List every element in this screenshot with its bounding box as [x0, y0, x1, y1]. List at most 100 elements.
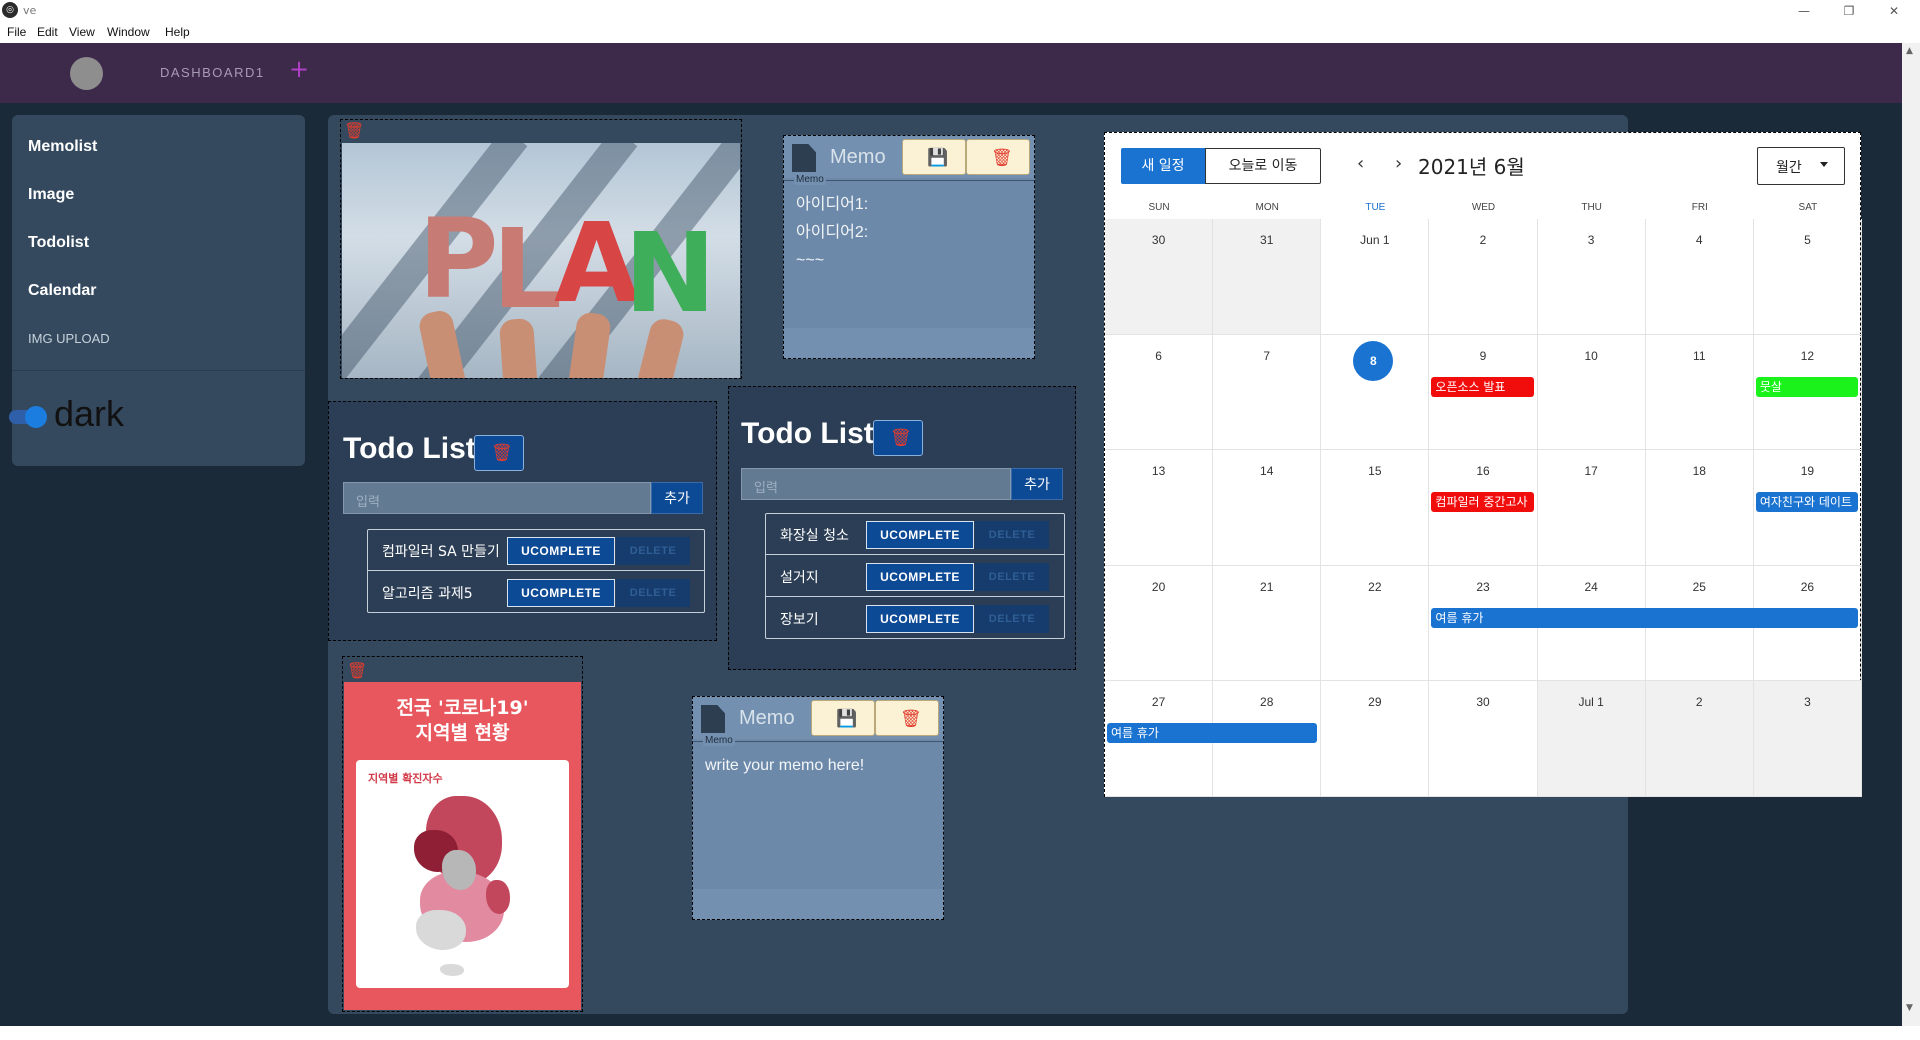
calendar-event[interactable]: 뭇살 [1755, 376, 1858, 397]
close-icon[interactable]: ✕ [1874, 2, 1914, 20]
day-number: 27 [1151, 695, 1166, 710]
calendar-day-cell[interactable]: 3 [1537, 219, 1646, 335]
calendar-day-cell[interactable]: 4 [1645, 219, 1754, 335]
scroll-down-icon[interactable]: ▼ [1906, 1003, 1913, 1013]
todo-item: 알고리즘 과제5 UCOMPLETE DELETE [368, 572, 704, 613]
vertical-scrollbar[interactable]: ▲ ▼ [1902, 43, 1920, 1026]
calendar-day-cell[interactable]: 30 [1105, 219, 1214, 335]
todo-input[interactable]: 입력 [343, 482, 651, 514]
calendar-day-cell[interactable]: 2 [1429, 219, 1538, 335]
next-month-button[interactable]: › [1395, 153, 1402, 174]
memo-textarea[interactable]: 아이디어1: 아이디어2: ~~~ [784, 180, 1034, 332]
todo-input[interactable]: 입력 [741, 468, 1011, 500]
calendar-day-cell[interactable]: 10 [1537, 334, 1646, 451]
memo-widget[interactable]: Memo 💾 🗑 write your memo here! Memo [692, 696, 944, 920]
menu-window[interactable]: Window [107, 25, 150, 39]
ucomplete-button[interactable]: UCOMPLETE [507, 537, 615, 565]
add-todo-button[interactable]: 추가 [1011, 468, 1063, 500]
sidebar-item-todolist[interactable]: Todolist [28, 234, 89, 252]
save-icon: 💾 [836, 709, 858, 729]
scroll-up-icon[interactable]: ▲ [1906, 46, 1913, 56]
day-number: Jun 1 [1360, 233, 1390, 247]
calendar-day-cell[interactable]: Jul 1 [1537, 681, 1646, 797]
trash-icon[interactable]: 🗑 [347, 661, 367, 680]
calendar-event[interactable]: 오픈소스 발표 [1431, 376, 1534, 397]
calendar-widget[interactable]: 새 일정 오늘로 이동 ‹ › 2021년 6월 월간 SUN MON TUE WED… [1104, 132, 1862, 797]
delete-todo-widget-button[interactable]: 🗑 [873, 420, 923, 456]
delete-todo-button[interactable]: DELETE [975, 521, 1049, 549]
new-event-button[interactable]: 새 일정 [1121, 148, 1205, 184]
avatar[interactable] [70, 57, 103, 90]
ucomplete-button[interactable]: UCOMPLETE [866, 563, 974, 591]
minimize-icon[interactable]: — [1784, 2, 1824, 20]
add-dashboard-button[interactable]: + [289, 55, 309, 83]
calendar-day-cell[interactable]: 22 [1321, 565, 1430, 682]
prev-month-button[interactable]: ‹ [1357, 153, 1364, 174]
dark-mode-toggle[interactable] [9, 406, 47, 428]
todo-widget[interactable]: Todo List 🗑 입력 추가 화장실 청소 UCOMPLETE DELET… [728, 386, 1076, 670]
calendar-day-cell[interactable]: 6 [1105, 334, 1214, 451]
calendar-day-cell[interactable]: 15 [1321, 450, 1430, 566]
calendar-day-cell[interactable]: 18 [1645, 450, 1754, 566]
calendar-event[interactable]: 여자친구와 데이트 [1755, 492, 1858, 513]
calendar-day-cell[interactable]: 21 [1213, 565, 1322, 682]
view-select[interactable]: 월간 [1757, 147, 1845, 185]
calendar-event[interactable]: 여름 휴가 [1431, 607, 1858, 628]
save-button[interactable]: 💾 [902, 139, 966, 175]
dark-mode-label: dark [54, 393, 125, 434]
calendar-day-cell[interactable]: 29 [1321, 681, 1430, 797]
restore-icon[interactable]: ❐ [1829, 2, 1869, 20]
menu-help[interactable]: Help [165, 25, 190, 39]
calendar-day-cell[interactable]: 5 [1753, 219, 1862, 335]
todo-widget[interactable]: Todo List 🗑 입력 추가 컴파일러 SA 만들기 UCOMPLETE … [328, 401, 717, 641]
save-button[interactable]: 💾 [811, 700, 875, 736]
sidebar-item-image[interactable]: Image [28, 186, 74, 204]
calendar-day-cell[interactable]: 11 [1645, 334, 1754, 451]
calendar-day-cell[interactable]: 7 [1213, 334, 1322, 451]
calendar-event[interactable]: 여름 휴가 [1107, 723, 1318, 744]
delete-todo-button[interactable]: DELETE [616, 537, 690, 565]
weekday-header: MON [1255, 202, 1279, 213]
calendar-day-cell[interactable]: 31 [1213, 219, 1322, 335]
calendar-day-cell[interactable]: 2 [1645, 681, 1754, 797]
todo-item-text: 화장실 청소 [780, 528, 849, 544]
memo-textarea[interactable]: write your memo here! [693, 741, 943, 891]
calendar-day-cell[interactable]: 8 [1321, 334, 1430, 451]
map-region [440, 964, 464, 976]
document-icon [792, 144, 816, 172]
calendar-day-cell[interactable]: 20 [1105, 565, 1214, 682]
delete-todo-button[interactable]: DELETE [616, 579, 690, 607]
go-today-button[interactable]: 오늘로 이동 [1205, 148, 1321, 184]
memo-widget[interactable]: Memo 💾 🗑 아이디어1: 아이디어2: ~~~ Memo [783, 135, 1035, 359]
menu-file[interactable]: File [7, 25, 26, 39]
tab-dashboard1[interactable]: DASHBOARD1 [160, 65, 265, 80]
calendar-event[interactable]: 컴파일러 중간고사 [1431, 492, 1534, 513]
delete-memo-button[interactable]: 🗑 [966, 139, 1030, 175]
ucomplete-button[interactable]: UCOMPLETE [507, 579, 615, 607]
ucomplete-button[interactable]: UCOMPLETE [866, 605, 974, 633]
plan-image: P L A N [342, 143, 740, 378]
bottom-strip [0, 1026, 1920, 1040]
calendar-day-cell[interactable]: 30 [1429, 681, 1538, 797]
calendar-day-cell[interactable]: Jun 1 [1321, 219, 1430, 335]
calendar-day-cell[interactable]: 3 [1753, 681, 1862, 797]
delete-memo-button[interactable]: 🗑 [875, 700, 939, 736]
calendar-day-cell[interactable]: 17 [1537, 450, 1646, 566]
todo-item: 화장실 청소 UCOMPLETE DELETE [766, 514, 1064, 555]
sidebar-item-calendar[interactable]: Calendar [28, 282, 96, 300]
delete-todo-button[interactable]: DELETE [975, 563, 1049, 591]
trash-icon: 🗑 [491, 443, 513, 463]
calendar-day-cell[interactable]: 14 [1213, 450, 1322, 566]
menu-edit[interactable]: Edit [37, 25, 58, 39]
delete-todo-widget-button[interactable]: 🗑 [474, 435, 524, 471]
delete-todo-button[interactable]: DELETE [975, 605, 1049, 633]
img-upload-button[interactable]: IMG UPLOAD [28, 331, 110, 346]
menu-view[interactable]: View [69, 25, 95, 39]
trash-icon[interactable]: 🗑 [344, 121, 364, 140]
ucomplete-button[interactable]: UCOMPLETE [866, 521, 974, 549]
trash-icon: 🗑 [890, 428, 912, 448]
calendar-day-cell[interactable]: 13 [1105, 450, 1214, 566]
add-todo-button[interactable]: 추가 [651, 482, 703, 514]
map-region [442, 850, 476, 890]
sidebar-item-memolist[interactable]: Memolist [28, 138, 97, 156]
